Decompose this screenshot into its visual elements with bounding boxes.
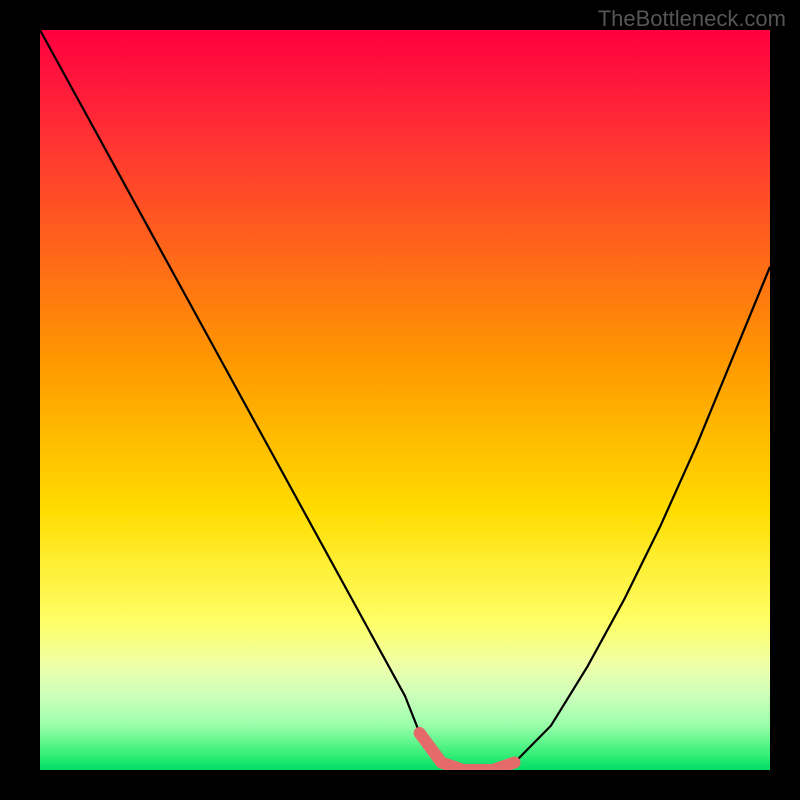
optimal-highlight-line	[420, 733, 515, 770]
chart-svg	[40, 30, 770, 770]
chart-plot-area	[40, 30, 770, 770]
watermark-text: TheBottleneck.com	[598, 6, 786, 32]
bottleneck-curve-line	[40, 30, 770, 770]
